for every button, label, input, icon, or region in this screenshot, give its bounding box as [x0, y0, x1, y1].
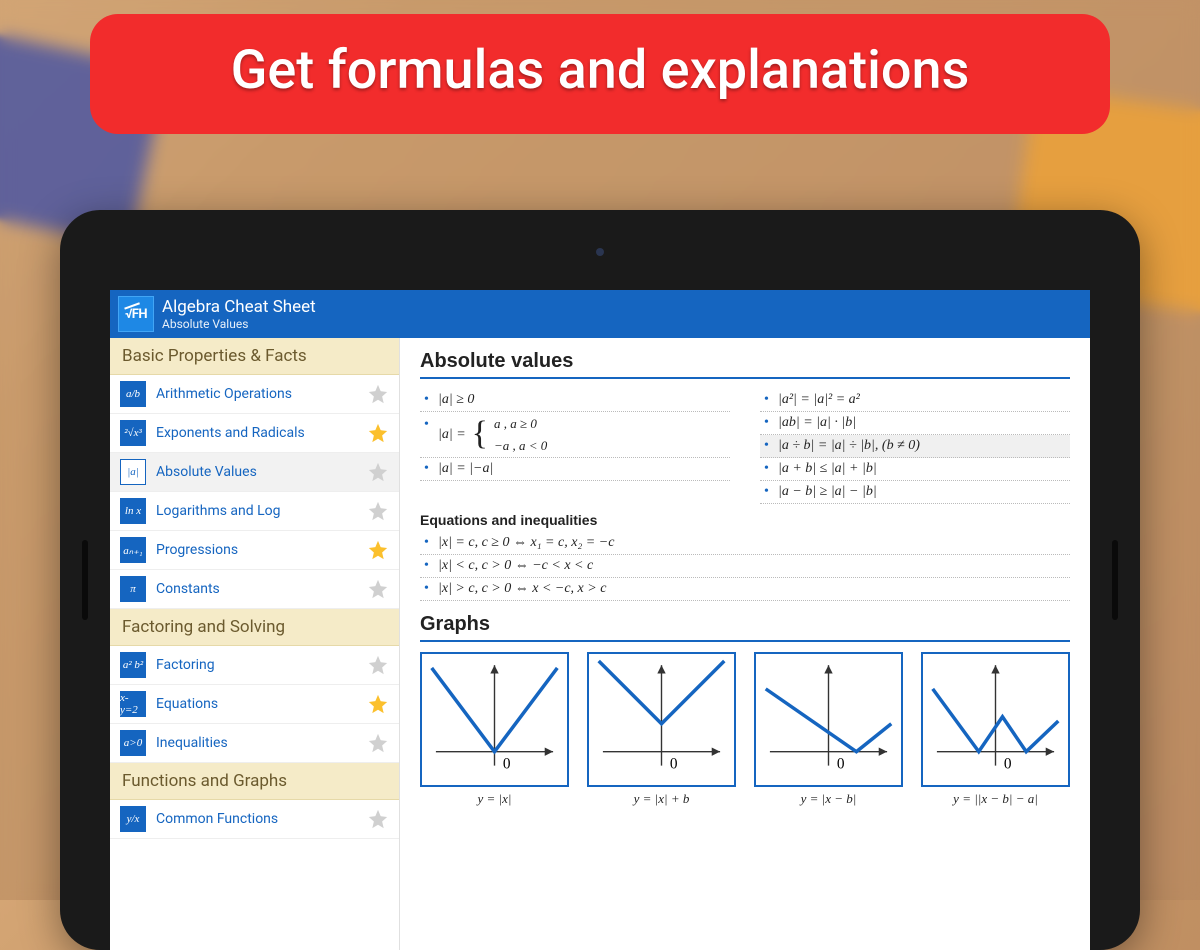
app-header: √FH Algebra Cheat Sheet Absolute Values [110, 290, 1090, 338]
nav-item-label: Common Functions [156, 811, 357, 827]
star-icon[interactable] [367, 808, 389, 830]
sidebar-item[interactable]: a/b Arithmetic Operations [110, 375, 399, 414]
star-icon[interactable] [367, 654, 389, 676]
formula-row: |a ÷ b| = |a| ÷ |b|, (b ≠ 0) [760, 435, 1070, 458]
sidebar-section-header: Functions and Graphs [110, 763, 399, 800]
graph-item: 0 y = ||x − b| − a| [921, 652, 1070, 807]
promo-banner: Get formulas and explanations [90, 14, 1110, 134]
graph-item: 0 y = |x| [420, 652, 569, 807]
sidebar-section-header: Basic Properties & Facts [110, 338, 399, 375]
graph-caption: y = |x − b| [754, 791, 903, 807]
app-subtitle: Absolute Values [162, 317, 316, 331]
graph-plot: 0 [587, 652, 736, 787]
nav-item-label: Logarithms and Log [156, 503, 357, 519]
star-icon[interactable] [367, 383, 389, 405]
formula-row: |a| = |−a| [420, 458, 730, 481]
svg-text:0: 0 [837, 755, 845, 772]
sidebar: Basic Properties & Facts a/b Arithmetic … [110, 338, 400, 950]
formula-row: |a| ≥ 0 [420, 389, 730, 412]
nav-item-icon: a>0 [120, 730, 146, 756]
formula-row: |a²| = |a|² = a² [760, 389, 1070, 412]
app-screen: √FH Algebra Cheat Sheet Absolute Values … [110, 290, 1090, 950]
nav-item-label: Equations [156, 696, 357, 712]
formula-row: |a| = { a , a ≥ 0 −a , a < 0 [420, 412, 730, 458]
sidebar-item[interactable]: a² b² Factoring [110, 646, 399, 685]
nav-item-label: Exponents and Radicals [156, 425, 357, 441]
star-icon[interactable] [367, 500, 389, 522]
nav-item-icon: x-y=2 [120, 691, 146, 717]
nav-item-icon: π [120, 576, 146, 602]
star-icon[interactable] [367, 578, 389, 600]
nav-item-label: Inequalities [156, 735, 357, 751]
nav-item-label: Absolute Values [156, 464, 357, 480]
graph-caption: y = |x| + b [587, 791, 736, 807]
formula-row: |x| = c, c ≥ 0 ⇔ x₁ = c, x₂ = −c [420, 532, 1070, 555]
nav-item-icon: ln x [120, 498, 146, 524]
nav-item-icon: |a| [120, 459, 146, 485]
star-icon[interactable] [367, 539, 389, 561]
graph-plot: 0 [921, 652, 1070, 787]
nav-item-icon: a/b [120, 381, 146, 407]
nav-item-icon: ²√x³ [120, 420, 146, 446]
app-title: Algebra Cheat Sheet [162, 297, 316, 317]
star-icon[interactable] [367, 732, 389, 754]
nav-item-icon: a² b² [120, 652, 146, 678]
sidebar-item[interactable]: π Constants [110, 570, 399, 609]
tablet-frame: √FH Algebra Cheat Sheet Absolute Values … [60, 210, 1140, 950]
sidebar-item[interactable]: y/x Common Functions [110, 800, 399, 839]
svg-text:0: 0 [670, 755, 678, 772]
content-title: Absolute values [420, 350, 1070, 379]
sidebar-item[interactable]: a>0 Inequalities [110, 724, 399, 763]
nav-item-icon: y/x [120, 806, 146, 832]
svg-text:0: 0 [1004, 755, 1012, 772]
star-icon[interactable] [367, 461, 389, 483]
formula-row: |ab| = |a| · |b| [760, 412, 1070, 435]
sidebar-item[interactable]: aₙ₊₁ Progressions [110, 531, 399, 570]
sidebar-item[interactable]: x-y=2 Equations [110, 685, 399, 724]
graph-plot: 0 [754, 652, 903, 787]
content-subheading: Equations and inequalities [420, 512, 1070, 528]
nav-item-icon: aₙ₊₁ [120, 537, 146, 563]
graph-item: 0 y = |x − b| [754, 652, 903, 807]
sidebar-item[interactable]: |a| Absolute Values [110, 453, 399, 492]
graphs-title: Graphs [420, 613, 1070, 642]
formula-row: |x| > c, c > 0 ⇔ x < −c, x > c [420, 578, 1070, 601]
app-logo-icon[interactable]: √FH [118, 296, 154, 332]
graph-caption: y = ||x − b| − a| [921, 791, 1070, 807]
star-icon[interactable] [367, 693, 389, 715]
graph-plot: 0 [420, 652, 569, 787]
graph-item: 0 y = |x| + b [587, 652, 736, 807]
sidebar-item[interactable]: ln x Logarithms and Log [110, 492, 399, 531]
content-pane: Absolute values |a| ≥ 0 |a| = { a , a ≥ 0… [400, 338, 1090, 950]
nav-item-label: Arithmetic Operations [156, 386, 357, 402]
formula-row: |a + b| ≤ |a| + |b| [760, 458, 1070, 481]
sidebar-item[interactable]: ²√x³ Exponents and Radicals [110, 414, 399, 453]
sidebar-section-header: Factoring and Solving [110, 609, 399, 646]
nav-item-label: Progressions [156, 542, 357, 558]
graph-caption: y = |x| [420, 791, 569, 807]
nav-item-label: Constants [156, 581, 357, 597]
formula-row: |x| < c, c > 0 ⇔ −c < x < c [420, 555, 1070, 578]
star-icon[interactable] [367, 422, 389, 444]
formula-row: |a − b| ≥ |a| − |b| [760, 481, 1070, 504]
nav-item-label: Factoring [156, 657, 357, 673]
svg-text:0: 0 [503, 755, 511, 772]
